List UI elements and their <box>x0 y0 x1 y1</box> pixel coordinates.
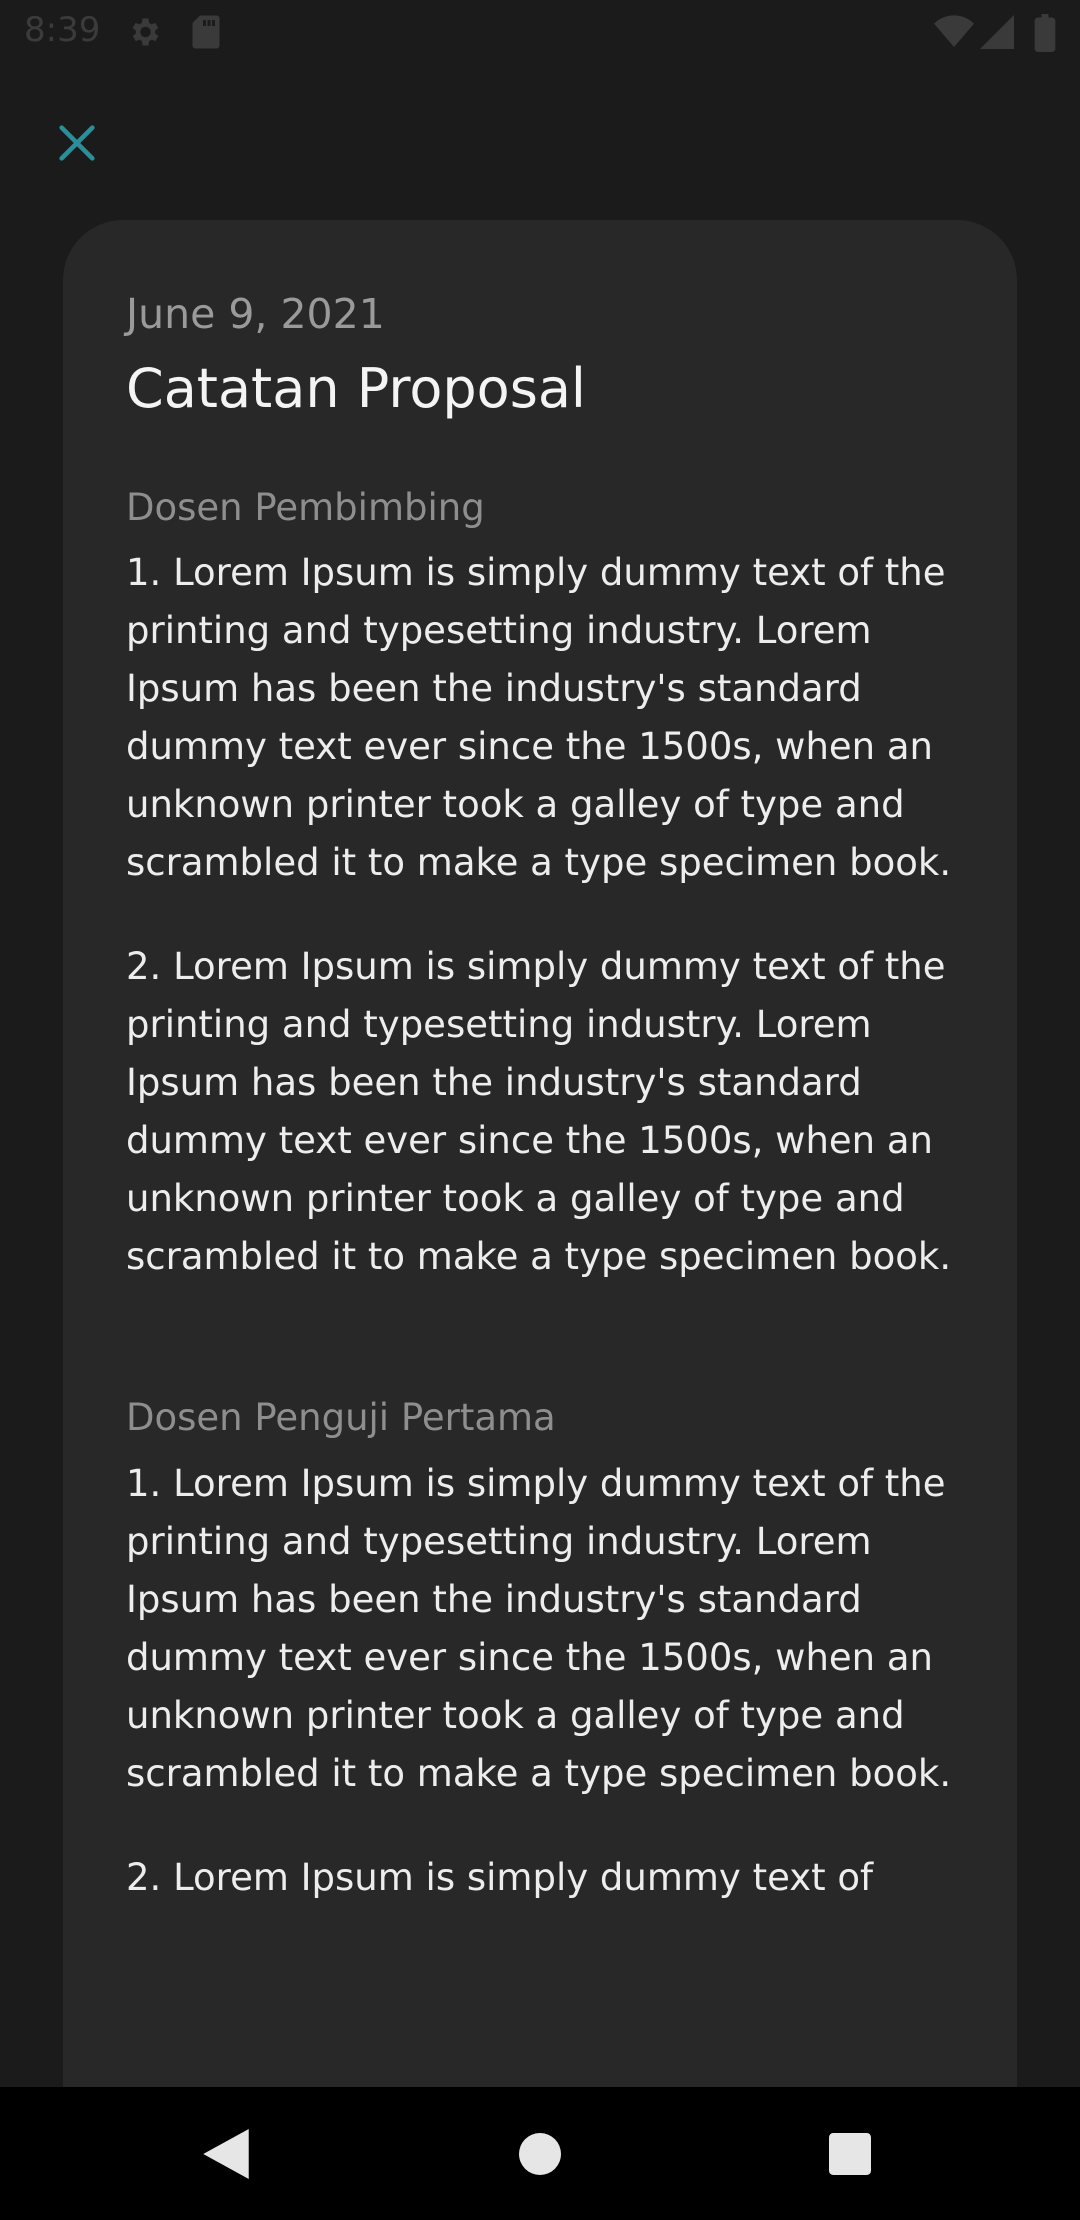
note-section: Dosen Pembimbing 1. Lorem Ipsum is simpl… <box>126 486 956 1286</box>
cell-signal-icon <box>980 14 1014 54</box>
status-time: 8:39 <box>24 10 101 50</box>
battery-icon <box>1034 14 1056 56</box>
recents-icon <box>829 2132 871 2175</box>
sd-card-icon <box>190 14 222 54</box>
recents-button[interactable] <box>790 2087 910 2220</box>
navigation-bar <box>0 2087 1080 2220</box>
note-item: 1. Lorem Ipsum is simply dummy text of t… <box>126 1461 952 1795</box>
note-content: June 9, 2021 Catatan Proposal Dosen Pemb… <box>126 290 956 1907</box>
note-card: June 9, 2021 Catatan Proposal Dosen Pemb… <box>63 220 1017 2120</box>
section-label: Dosen Penguji Pertama <box>126 1396 556 1440</box>
home-button[interactable] <box>480 2087 600 2220</box>
status-bar: 8:39 <box>0 0 1080 66</box>
wifi-icon <box>934 14 974 54</box>
note-detail-screen: 8:39 June 9, 2021 Catatan Proposal Dosen… <box>0 0 1080 2220</box>
note-item: 2. Lorem Ipsum is simply dummy text of t… <box>126 945 952 1279</box>
note-date: June 9, 2021 <box>126 290 385 338</box>
note-item: 1. Lorem Ipsum is simply dummy text of t… <box>126 551 952 885</box>
section-label: Dosen Pembimbing <box>126 485 485 529</box>
back-button[interactable] <box>166 2087 286 2220</box>
close-icon <box>59 125 95 161</box>
note-item: 2. Lorem Ipsum is simply dummy text of <box>126 1855 874 1899</box>
note-section: Dosen Penguji Pertama 1. Lorem Ipsum is … <box>126 1396 956 1906</box>
back-icon <box>203 2128 249 2179</box>
gear-icon <box>126 14 162 54</box>
close-button[interactable] <box>44 110 110 176</box>
home-icon <box>519 2132 561 2175</box>
note-title: Catatan Proposal <box>126 357 586 421</box>
